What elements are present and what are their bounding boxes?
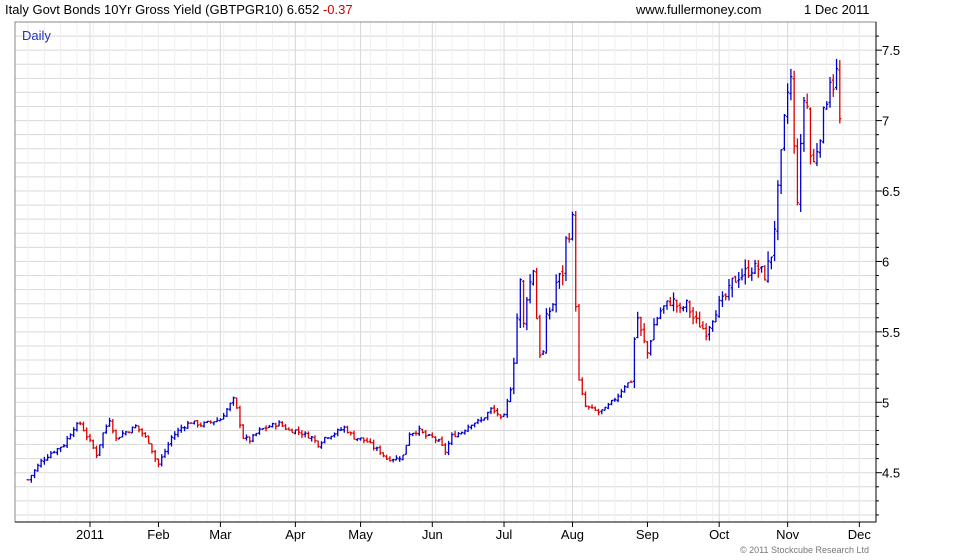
x-tick-label: Mar — [209, 527, 232, 542]
x-tick-label: Apr — [285, 527, 306, 542]
x-tick-label: Sep — [636, 527, 659, 542]
copyright-notice: © 2011 Stockcube Research Ltd — [740, 545, 870, 555]
price-chart: Daily 4.5 5 5.5 6 6.5 7 7.5 2011 Feb Mar Apr May Ju… — [14, 21, 900, 542]
y-tick-label: 6.5 — [882, 184, 900, 199]
y-tick-label: 6 — [882, 254, 889, 269]
y-tick-label: 4.5 — [882, 466, 900, 481]
x-tick-label: Aug — [561, 527, 584, 542]
period-label: Daily — [22, 28, 51, 43]
y-tick-label: 5 — [882, 395, 889, 410]
x-tick-label: Nov — [776, 527, 800, 542]
x-tick-label: Oct — [709, 527, 730, 542]
x-tick-label: Dec — [848, 527, 872, 542]
x-tick-label: Jul — [496, 527, 513, 542]
y-tick-label: 7.5 — [882, 43, 900, 58]
x-tick-label: Feb — [147, 527, 169, 542]
x-axis: 2011 Feb Mar Apr May Jun Jul Aug Sep Oct Nov Dec — [15, 521, 876, 542]
y-tick-label: 5.5 — [882, 325, 900, 340]
x-tick-label: May — [348, 527, 373, 542]
x-tick-label: Jun — [422, 527, 443, 542]
x-tick-label: 2011 — [76, 527, 104, 542]
y-axis: 4.5 5 5.5 6 6.5 7 7.5 — [875, 22, 900, 522]
y-tick-label: 7 — [882, 114, 889, 129]
